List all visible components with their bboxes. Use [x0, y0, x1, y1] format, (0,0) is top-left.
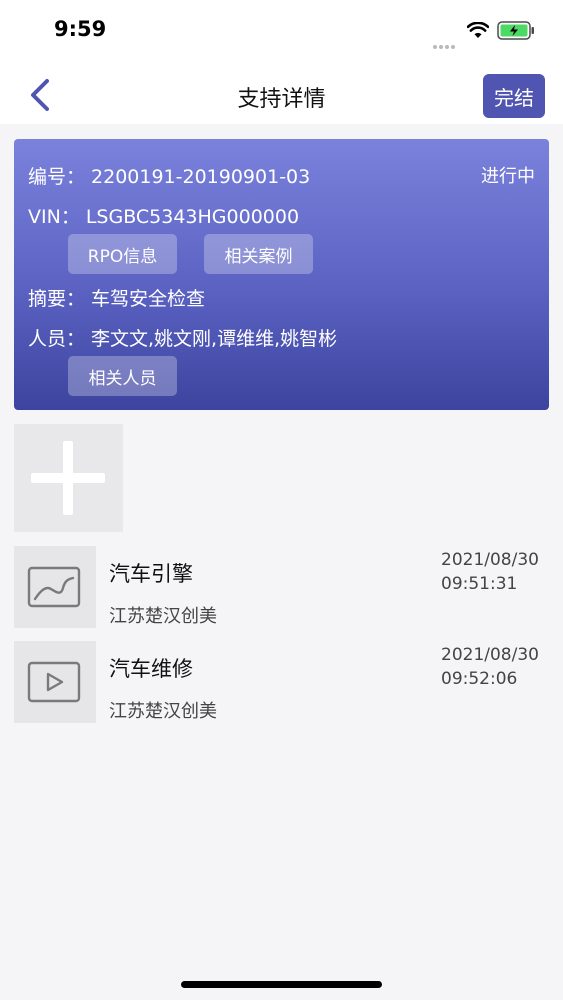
vin-label: VIN：	[28, 206, 80, 228]
signal-dots-icon	[433, 34, 457, 49]
support-info-card: 编号： 2200191-20190901-03 进行中 VIN： LSGBC5343…	[14, 139, 549, 410]
complete-button[interactable]: 完结	[483, 74, 545, 118]
people-row: 人员： 李文文,姚文刚,谭维维,姚智彬	[28, 324, 337, 351]
add-attachment-button[interactable]	[14, 424, 123, 532]
status-bar: 9:59	[0, 0, 563, 62]
people-value: 李文文,姚文刚,谭维维,姚智彬	[91, 328, 338, 350]
item-date: 2021/08/30	[441, 645, 539, 665]
wifi-icon	[467, 22, 489, 38]
status-badge: 进行中	[481, 166, 535, 187]
summary-label: 摘要：	[28, 288, 86, 310]
item-timestamp: 2021/08/30 09:51:31	[441, 548, 541, 596]
support-id-value: 2200191-20190901-03	[91, 166, 311, 188]
item-title: 汽车维修	[109, 657, 193, 681]
related-people-button[interactable]: 相关人员	[68, 356, 177, 396]
home-indicator[interactable]	[181, 981, 382, 988]
support-id-row: 编号： 2200191-20190901-03	[28, 162, 310, 189]
status-time: 9:59	[54, 17, 107, 41]
summary-row: 摘要： 车驾安全检查	[28, 284, 205, 311]
item-company: 江苏楚汉创美	[109, 606, 217, 627]
vin-value: LSGBC5343HG000000	[85, 206, 300, 228]
image-icon	[27, 566, 81, 608]
thumbnail	[14, 641, 96, 723]
item-time: 09:52:06	[441, 669, 518, 689]
item-date: 2021/08/30	[441, 550, 539, 570]
list-item[interactable]: 汽车引擎 江苏楚汉创美 2021/08/30 09:51:31	[14, 546, 549, 628]
video-icon	[27, 661, 81, 703]
item-timestamp: 2021/08/30 09:52:06	[441, 643, 541, 691]
summary-value: 车驾安全检查	[91, 288, 206, 310]
list-item[interactable]: 汽车维修 江苏楚汉创美 2021/08/30 09:52:06	[14, 641, 549, 723]
thumbnail	[14, 546, 96, 628]
item-title: 汽车引擎	[109, 562, 193, 586]
related-cases-button[interactable]: 相关案例	[204, 234, 313, 274]
battery-icon	[497, 21, 534, 40]
support-id-label: 编号：	[28, 166, 86, 188]
navigation-bar: 支持详情 完结	[0, 62, 563, 124]
vin-row: VIN： LSGBC5343HG000000	[28, 202, 299, 229]
item-company: 江苏楚汉创美	[109, 701, 217, 722]
page-title: 支持详情	[237, 87, 326, 112]
people-label: 人员：	[28, 328, 86, 350]
item-time: 09:51:31	[441, 574, 518, 594]
rpo-info-button[interactable]: RPO信息	[68, 234, 177, 274]
